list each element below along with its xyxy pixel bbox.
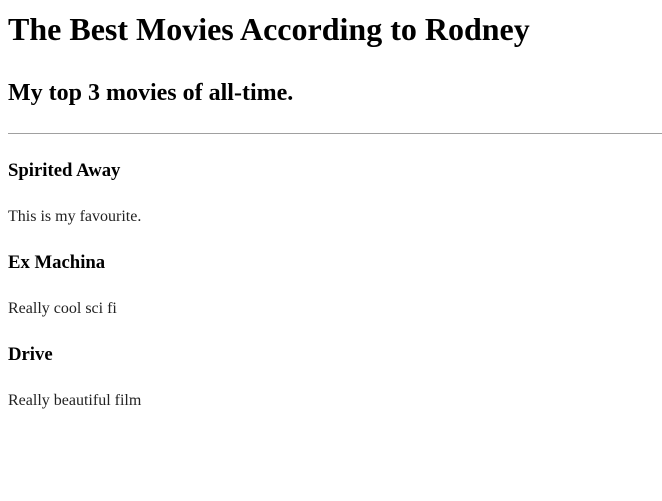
movie-description: Really beautiful film [8,392,142,409]
movie-title: Drive [8,344,53,365]
page-title: The Best Movies According to Rodney [8,11,530,47]
divider [8,133,662,134]
movie-title: Ex Machina [8,252,106,273]
page-subtitle: My top 3 movies of all-time. [8,80,294,106]
movie-list: Spirited Away This is my favourite. Ex M… [8,160,654,410]
movie-title: Spirited Away [8,160,121,181]
movie-description: Really cool sci fi [8,300,117,317]
movie-description: This is my favourite. [8,208,142,225]
